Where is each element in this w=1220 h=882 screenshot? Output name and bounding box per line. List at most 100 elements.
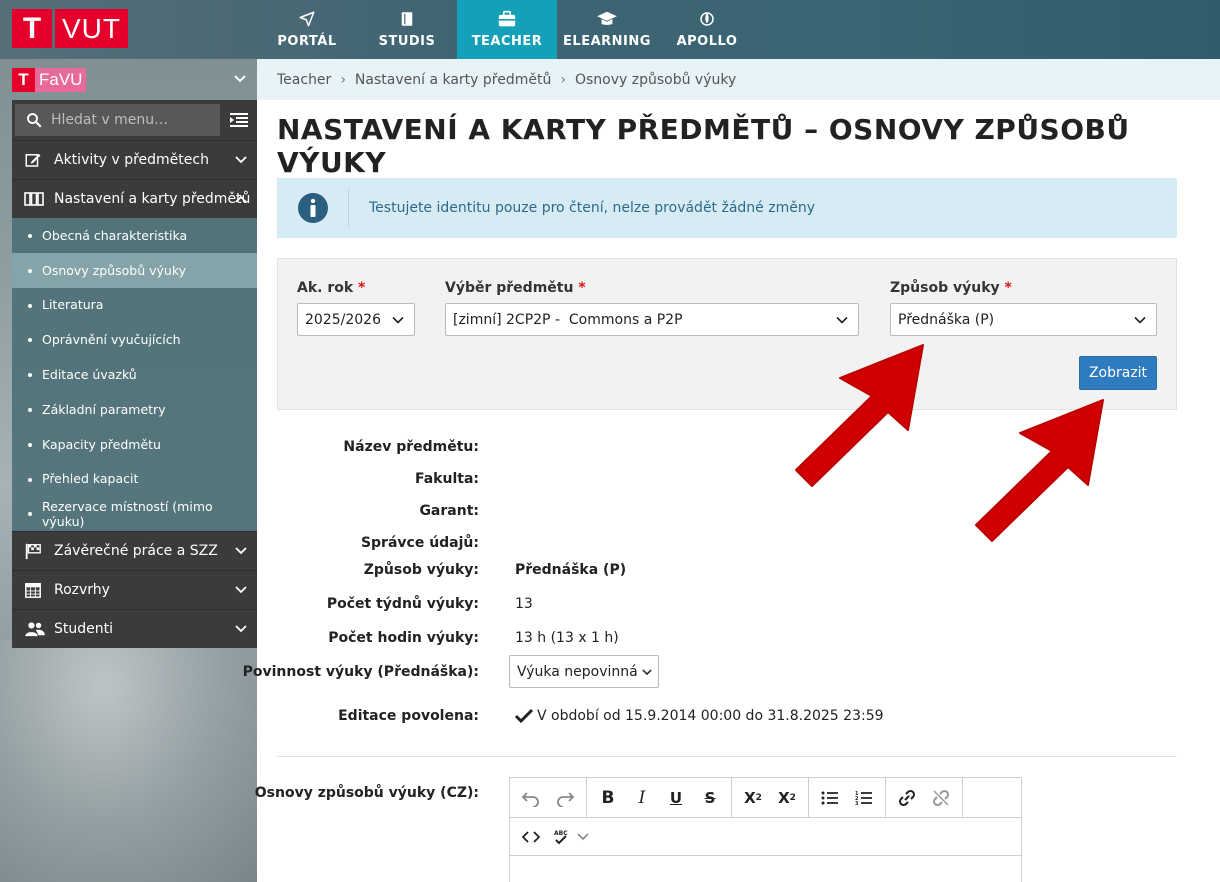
- editor-toolbar: B I U S X2 X2 123: [510, 778, 1021, 818]
- weeks-label: Počet týdnů výuky:: [326, 596, 479, 612]
- italic-icon[interactable]: I: [625, 779, 659, 817]
- alert-text: Testujete identitu pouze pro čtení, nelz…: [369, 200, 816, 216]
- syllabus-label: Osnovy způsobů výuky (CZ):: [254, 785, 479, 801]
- year-select-value: 2025/2026: [305, 311, 381, 328]
- sidebar-section-nastaveni[interactable]: Nastavení a karty předmětů: [12, 179, 257, 218]
- sidebar-item-obecna[interactable]: Obecná charakteristika: [12, 218, 257, 253]
- admin-label: Správce údajů:: [360, 535, 479, 551]
- chevron-down-icon[interactable]: [574, 818, 592, 856]
- sidebar-item-opravneni[interactable]: Oprávnění vyučujících: [12, 322, 257, 357]
- chevron-down-icon: [642, 669, 652, 676]
- undo-icon[interactable]: [514, 779, 548, 817]
- editing-value: V období od 15.9.2014 00:00 do 31.8.2025…: [515, 708, 884, 724]
- breadcrumb: Teacher › Nastavení a karty předmětů › O…: [257, 59, 1220, 100]
- unlink-icon[interactable]: [924, 779, 958, 817]
- year-label: Ak. rok *: [297, 280, 366, 296]
- spellcheck-icon[interactable]: ABC: [548, 818, 574, 856]
- redo-icon[interactable]: [548, 779, 582, 817]
- sidebar-item-literatura[interactable]: Literatura: [12, 288, 257, 323]
- nav-teacher[interactable]: TEACHER: [457, 0, 557, 59]
- method-select[interactable]: Přednáška (P): [890, 303, 1157, 336]
- rocket-icon: [700, 12, 714, 26]
- info-alert: Testujete identitu pouze pro čtení, nelz…: [277, 178, 1177, 238]
- method-detail-value: Přednáška (P): [515, 562, 627, 578]
- chevron-down-icon: [1134, 316, 1146, 324]
- logo-t: T: [12, 9, 52, 48]
- sidebar-section-aktivity[interactable]: Aktivity v předmětech: [12, 140, 257, 179]
- subject-select[interactable]: [zimní] 2CP2P - Commons a P2P: [445, 303, 859, 336]
- hours-value: 13 h (13 x 1 h): [515, 630, 619, 646]
- edit-icon: [24, 151, 46, 169]
- chevron-down-icon: [392, 316, 404, 324]
- faculty-switcher[interactable]: T FaVU: [12, 68, 257, 92]
- editing-period: V období od 15.9.2014 00:00 do 31.8.2025…: [537, 708, 884, 724]
- subject-select-value: [zimní] 2CP2P - Commons a P2P: [453, 311, 683, 328]
- guarantor-label: Garant:: [419, 503, 479, 519]
- sidebar-item-zakladni-parametry[interactable]: Základní parametry: [12, 392, 257, 427]
- sidebar-section-label: Aktivity v předmětech: [54, 152, 209, 168]
- syllabus-editor[interactable]: B I U S X2 X2 123 ABC: [509, 777, 1022, 882]
- hours-label: Počet hodin výuky:: [328, 630, 479, 646]
- search-input[interactable]: [51, 112, 211, 128]
- chevron-down-icon: [836, 316, 848, 324]
- red-arrow-2: [975, 399, 1104, 542]
- nav-portal[interactable]: PORTÁL: [257, 0, 357, 59]
- show-button[interactable]: Zobrazit: [1079, 356, 1157, 390]
- method-detail-label: Způsob výuky:: [363, 562, 479, 578]
- nav-elearning-label: ELEARNING: [563, 34, 651, 49]
- cards-icon: [24, 191, 46, 207]
- sidebar-item-osnovy[interactable]: Osnovy způsobů výuky: [12, 252, 257, 288]
- link-icon[interactable]: [890, 779, 924, 817]
- menu-search: [12, 100, 257, 140]
- search-icon: [27, 113, 42, 128]
- nav-elearning[interactable]: ELEARNING: [557, 0, 657, 59]
- logo-text: VUT: [55, 9, 128, 48]
- graduation-cap-icon: [597, 11, 617, 25]
- faculty-label: Fakulta:: [414, 471, 479, 487]
- bold-icon[interactable]: B: [591, 779, 625, 817]
- method-label: Způsob výuky *: [890, 280, 1012, 296]
- toolbar-group-history: [510, 778, 587, 817]
- breadcrumb-nastaveni[interactable]: Nastavení a karty předmětů: [355, 72, 551, 88]
- chevron-up-icon: [235, 195, 247, 203]
- year-select[interactable]: 2025/2026: [297, 303, 415, 336]
- breadcrumb-separator-icon: ›: [340, 71, 346, 88]
- faculty-badge: T: [12, 68, 35, 92]
- bullet-list-icon[interactable]: [813, 779, 847, 817]
- nav-apollo-label: APOLLO: [676, 34, 738, 49]
- obligation-select[interactable]: Výuka nepovinná: [509, 655, 659, 688]
- nav-apollo[interactable]: APOLLO: [657, 0, 757, 59]
- breadcrumb-separator-icon: ›: [560, 71, 566, 88]
- editor-toolbar-row-2: ABC: [510, 818, 1021, 856]
- chevron-down-icon: [235, 156, 247, 164]
- divider: [277, 756, 1177, 757]
- underline-icon[interactable]: U: [659, 779, 693, 817]
- sidebar-item-editace-uvazku[interactable]: Editace úvazků: [12, 357, 257, 392]
- faculty-name: FaVU: [35, 68, 87, 92]
- check-icon: [515, 708, 533, 724]
- page-title: NASTAVENÍ A KARTY PŘEDMĚTŮ – OSNOVY ZPŮS…: [277, 113, 1130, 179]
- source-code-icon[interactable]: [514, 818, 548, 856]
- vut-logo[interactable]: T VUT: [12, 9, 128, 48]
- nav-studis[interactable]: STUDIS: [357, 0, 457, 59]
- info-icon: [277, 188, 349, 228]
- superscript-icon[interactable]: X2: [736, 779, 770, 817]
- subscript-icon[interactable]: X2: [770, 779, 804, 817]
- send-icon: [299, 11, 315, 27]
- strikethrough-icon[interactable]: S: [693, 779, 727, 817]
- menu-collapse-icon[interactable]: [230, 112, 250, 128]
- obligation-select-value: Výuka nepovinná: [517, 663, 638, 680]
- nav-teacher-label: TEACHER: [471, 34, 543, 49]
- chevron-down-icon: [235, 586, 247, 594]
- editing-label: Editace povolena:: [338, 708, 479, 724]
- obligation-label: Povinnost výuky (Přednáška):: [242, 664, 479, 680]
- svg-text:ABC: ABC: [554, 830, 568, 837]
- top-nav: PORTÁL STUDIS TEACHER ELEARNING APOLLO: [257, 0, 757, 59]
- svg-text:3: 3: [855, 801, 859, 806]
- toolbar-group-format: B I U S: [587, 778, 732, 817]
- numbered-list-icon[interactable]: 123: [847, 779, 881, 817]
- subject-label: Výběr předmětu *: [445, 280, 586, 296]
- search-box: [15, 104, 220, 136]
- breadcrumb-teacher[interactable]: Teacher: [277, 72, 331, 88]
- nav-portal-label: PORTÁL: [277, 34, 337, 49]
